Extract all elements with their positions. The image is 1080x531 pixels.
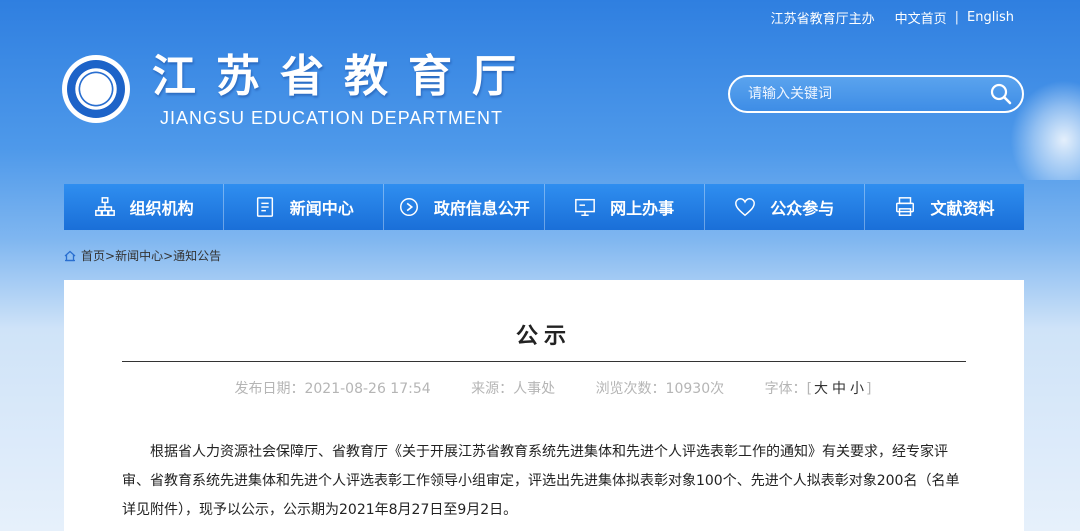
- chinese-home-link[interactable]: 中文首页: [895, 8, 947, 27]
- article-source: 来源：人事处: [471, 381, 556, 397]
- nav-item-organization[interactable]: 组织机构: [64, 184, 225, 230]
- font-size-small[interactable]: 小: [850, 381, 864, 397]
- site-subtitle: JIANGSU EDUCATION DEPARTMENT: [160, 108, 504, 128]
- heart-icon: [735, 198, 756, 217]
- nav-label: 文献资料: [930, 199, 995, 218]
- font-size-control: 字体：[大中小]: [765, 381, 872, 397]
- document-icon: [256, 197, 273, 217]
- english-link[interactable]: English: [967, 10, 1014, 25]
- nav-label: 新闻中心: [289, 199, 354, 218]
- site-title: 江苏省教育厅: [152, 51, 536, 102]
- nav-item-online-service[interactable]: 网上办事: [545, 184, 705, 230]
- link-separator: |: [954, 10, 960, 25]
- breadcrumb: 首页 > 新闻中心 > 通知公告: [64, 247, 221, 264]
- breadcrumb-separator: >: [163, 248, 174, 263]
- view-count: 浏览次数：10930次: [595, 381, 725, 397]
- publish-date: 发布日期：2021-08-26 17:54: [234, 381, 431, 397]
- search-input[interactable]: [748, 86, 988, 102]
- search-box: [728, 75, 1024, 113]
- site-logo[interactable]: [62, 55, 130, 123]
- nav-item-news[interactable]: 新闻中心: [224, 184, 385, 230]
- font-size-large[interactable]: 大: [814, 381, 828, 397]
- monitor-icon: [575, 198, 595, 216]
- top-links: 江苏省教育厅主办 中文首页 | English: [771, 8, 1014, 27]
- font-size-label: 字体：: [764, 381, 807, 397]
- circle-play-icon: [399, 198, 418, 216]
- breadcrumb-current[interactable]: 通知公告: [173, 247, 221, 264]
- nav-label: 网上办事: [610, 199, 675, 218]
- nav-label: 组织机构: [129, 199, 194, 218]
- org-chart-icon: [94, 197, 115, 216]
- nav-item-gov-info[interactable]: 政府信息公开: [384, 184, 545, 230]
- breadcrumb-home[interactable]: 首页: [81, 247, 105, 264]
- breadcrumb-separator: >: [105, 248, 116, 263]
- bracket-open: [: [806, 381, 813, 397]
- search-icon: [990, 83, 1012, 105]
- search-button[interactable]: [988, 81, 1014, 107]
- nav-item-public-participation[interactable]: 公众参与: [705, 184, 865, 230]
- article-meta: 发布日期：2021-08-26 17:54 来源：人事处 浏览次数：10930次…: [64, 378, 1024, 398]
- main-nav: 组织机构 新闻中心 政府信息公开 网上办事 公众参与 文献资料: [64, 184, 1024, 230]
- title-divider: [122, 361, 966, 362]
- breadcrumb-news[interactable]: 新闻中心: [115, 247, 163, 264]
- article-body: 根据省人力资源社会保障厅、省教育厅《关于开展江苏省教育系统先进集体和先进个人评选…: [122, 444, 960, 518]
- font-size-medium[interactable]: 中: [832, 381, 846, 397]
- nav-item-documents[interactable]: 文献资料: [865, 184, 1024, 230]
- bracket-close: ]: [866, 381, 872, 397]
- home-icon: [64, 250, 76, 261]
- printer-icon: [896, 197, 915, 216]
- jiangsu-education-emblem-icon: [67, 60, 125, 118]
- nav-label: 公众参与: [770, 199, 835, 218]
- article-title: 公示: [515, 324, 572, 349]
- article-card: 公示 发布日期：2021-08-26 17:54 来源：人事处 浏览次数：109…: [64, 280, 1024, 531]
- nav-label: 政府信息公开: [433, 199, 530, 218]
- host-label: 江苏省教育厅主办: [770, 12, 875, 27]
